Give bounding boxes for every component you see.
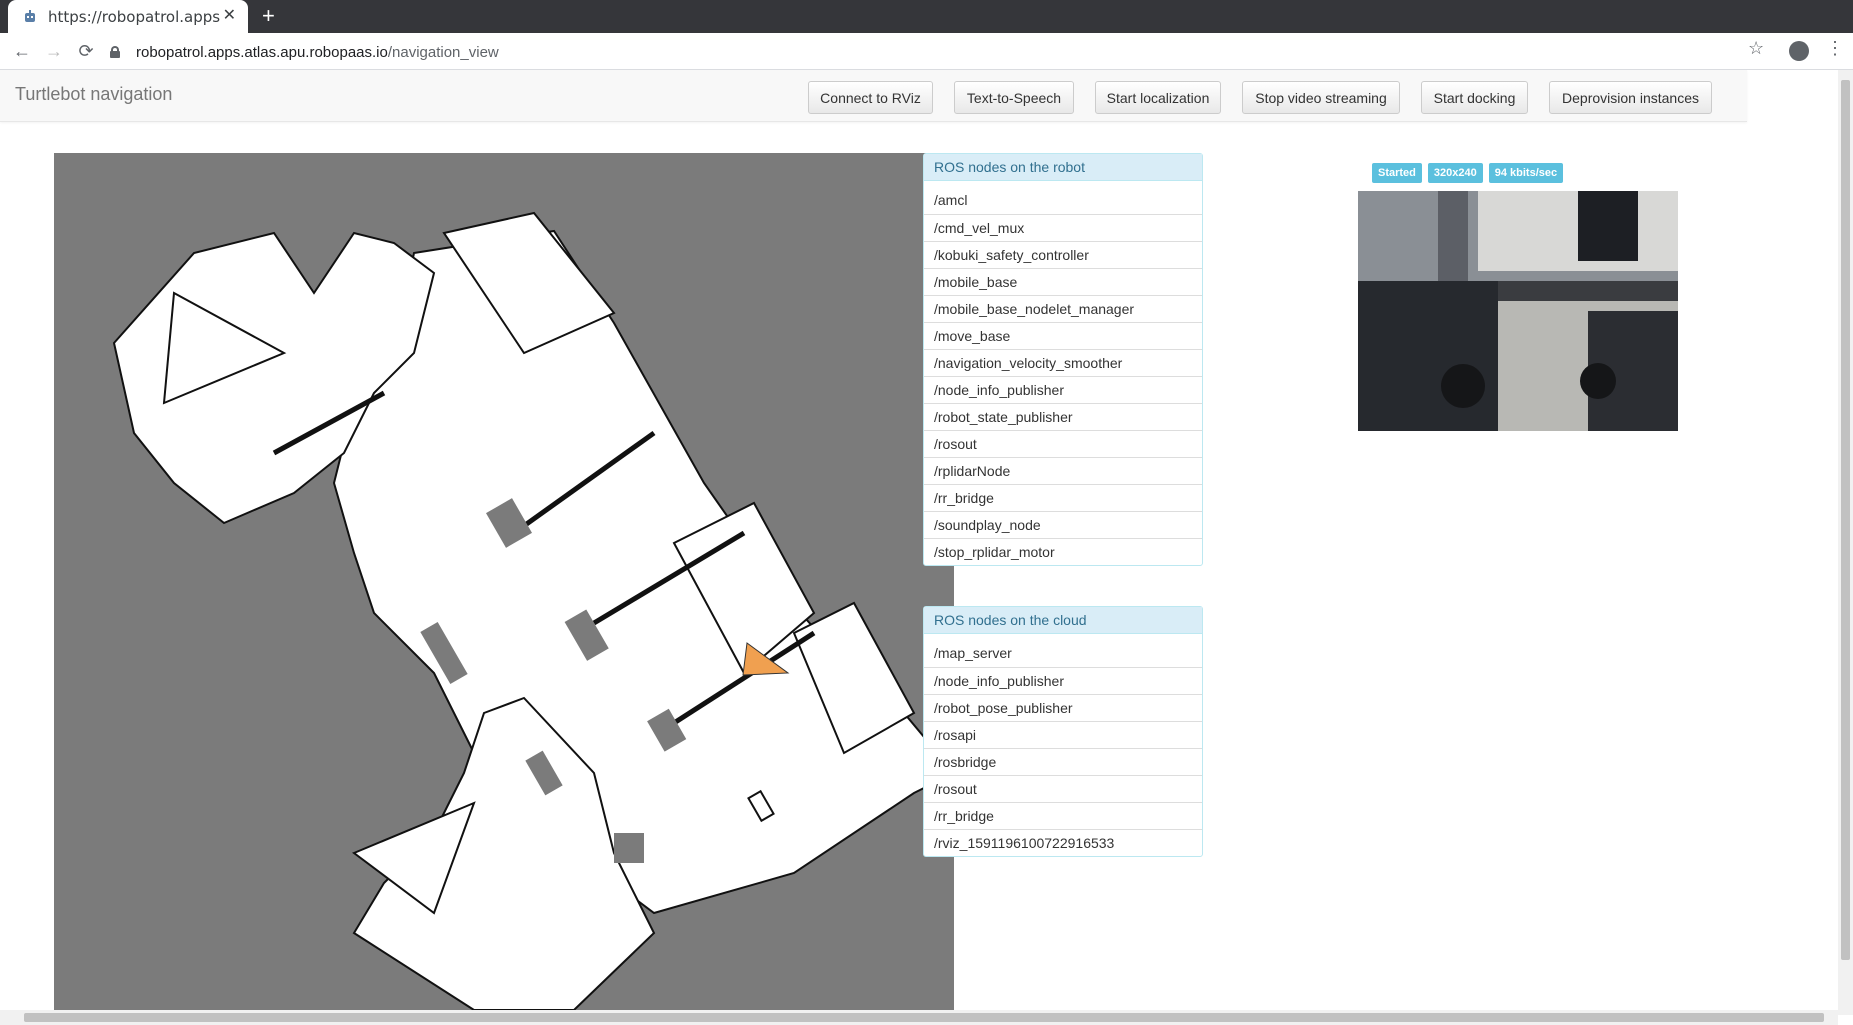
start-docking-button[interactable]: Start docking <box>1421 81 1528 114</box>
cloud-node-item: /rviz_1591196100722916533 <box>924 829 1202 856</box>
robot-node-item: /mobile_base <box>924 268 1202 295</box>
browser-menu-icon[interactable]: ⋮ <box>1826 38 1844 59</box>
lock-icon <box>110 46 120 58</box>
occupancy-grid <box>112 211 954 1010</box>
robot-node-item: /mobile_base_nodelet_manager <box>924 295 1202 322</box>
robot-nodes-panel: ROS nodes on the robot /amcl/cmd_vel_mux… <box>923 153 1203 566</box>
browser-tabstrip: https://robopatrol.apps.a ✕ + <box>0 0 1853 33</box>
horizontal-scroll-thumb[interactable] <box>24 1013 1824 1022</box>
deprovision-instances-button[interactable]: Deprovision instances <box>1549 81 1712 114</box>
forward-icon[interactable]: → <box>42 39 66 63</box>
camera-video-stream <box>1358 191 1678 431</box>
robot-node-item: /amcl <box>934 192 968 208</box>
url-text: robopatrol.apps.atlas.apu.robopaas.io/na… <box>136 44 499 61</box>
text-to-speech-button[interactable]: Text-to-Speech <box>954 81 1074 114</box>
cloud-node-item: /map_server <box>934 645 1012 661</box>
robot-favicon-icon <box>25 9 35 22</box>
robot-node-item: /cmd_vel_mux <box>924 214 1202 241</box>
cloud-node-item: /rr_bridge <box>924 802 1202 829</box>
resolution-badge: 320x240 <box>1427 163 1483 183</box>
bitrate-badge: 94 kbits/sec <box>1488 163 1564 183</box>
robot-node-item: /kobuki_safety_controller <box>924 241 1202 268</box>
robot-node-item: /navigation_velocity_smoother <box>924 349 1202 376</box>
browser-toolbar: ← → ⟳ robopatrol.apps.atlas.apu.robopaas… <box>0 33 1853 70</box>
robot-node-item: /rr_bridge <box>924 484 1202 511</box>
vertical-scrollbar[interactable] <box>1838 70 1853 1015</box>
horizontal-scrollbar[interactable] <box>0 1010 1838 1025</box>
robot-node-item: /rosout <box>924 430 1202 457</box>
robot-node-item: /move_base <box>924 322 1202 349</box>
new-tab-button[interactable]: + <box>262 4 275 28</box>
cloud-nodes-list: /map_server/node_info_publisher/robot_po… <box>924 640 1202 856</box>
connect-rviz-button[interactable]: Connect to RViz <box>808 81 933 114</box>
video-badges: Started 320x240 94 kbits/sec <box>1372 163 1569 183</box>
url-host: robopatrol.apps.atlas.apu.robopaas.io <box>136 43 388 61</box>
cloud-nodes-heading: ROS nodes on the cloud <box>924 607 1202 634</box>
cloud-nodes-panel: ROS nodes on the cloud /map_server/node_… <box>923 606 1203 857</box>
status-badge: Started <box>1372 163 1422 183</box>
bookmark-star-icon[interactable]: ☆ <box>1748 38 1764 59</box>
cloud-node-item: /robot_pose_publisher <box>924 694 1202 721</box>
account-icon[interactable] <box>1789 41 1809 61</box>
robot-node-item: /node_info_publisher <box>924 376 1202 403</box>
vertical-scroll-thumb[interactable] <box>1841 80 1850 960</box>
robot-nodes-list: /amcl/cmd_vel_mux/kobuki_safety_controll… <box>924 187 1202 565</box>
cloud-node-item: /rosout <box>924 775 1202 802</box>
back-icon[interactable]: ← <box>10 39 34 63</box>
robot-node-item: /soundplay_node <box>924 511 1202 538</box>
cloud-node-item: /rosapi <box>924 721 1202 748</box>
tab-title: https://robopatrol.apps.a <box>48 7 220 26</box>
url-path: /navigation_view <box>387 43 499 61</box>
camera-frame-image <box>1358 191 1678 431</box>
reload-icon[interactable]: ⟳ <box>74 39 98 63</box>
tab-close-icon[interactable]: ✕ <box>223 8 236 24</box>
brand-title[interactable]: Turtlebot navigation <box>15 84 172 105</box>
browser-tab[interactable]: https://robopatrol.apps.a ✕ <box>8 0 248 33</box>
robot-nodes-heading: ROS nodes on the robot <box>924 154 1202 181</box>
robot-node-item: /stop_rplidar_motor <box>924 538 1202 565</box>
start-localization-button[interactable]: Start localization <box>1095 81 1221 114</box>
navigation-map[interactable] <box>54 153 954 1010</box>
page-navbar: Turtlebot navigation Connect to RViz Tex… <box>0 70 1747 122</box>
cloud-node-item: /node_info_publisher <box>924 667 1202 694</box>
cloud-node-item: /rosbridge <box>924 748 1202 775</box>
robot-node-item: /rplidarNode <box>924 457 1202 484</box>
stop-video-streaming-button[interactable]: Stop video streaming <box>1242 81 1400 114</box>
robot-node-item: /robot_state_publisher <box>924 403 1202 430</box>
address-bar[interactable]: robopatrol.apps.atlas.apu.robopaas.io/na… <box>110 39 499 65</box>
